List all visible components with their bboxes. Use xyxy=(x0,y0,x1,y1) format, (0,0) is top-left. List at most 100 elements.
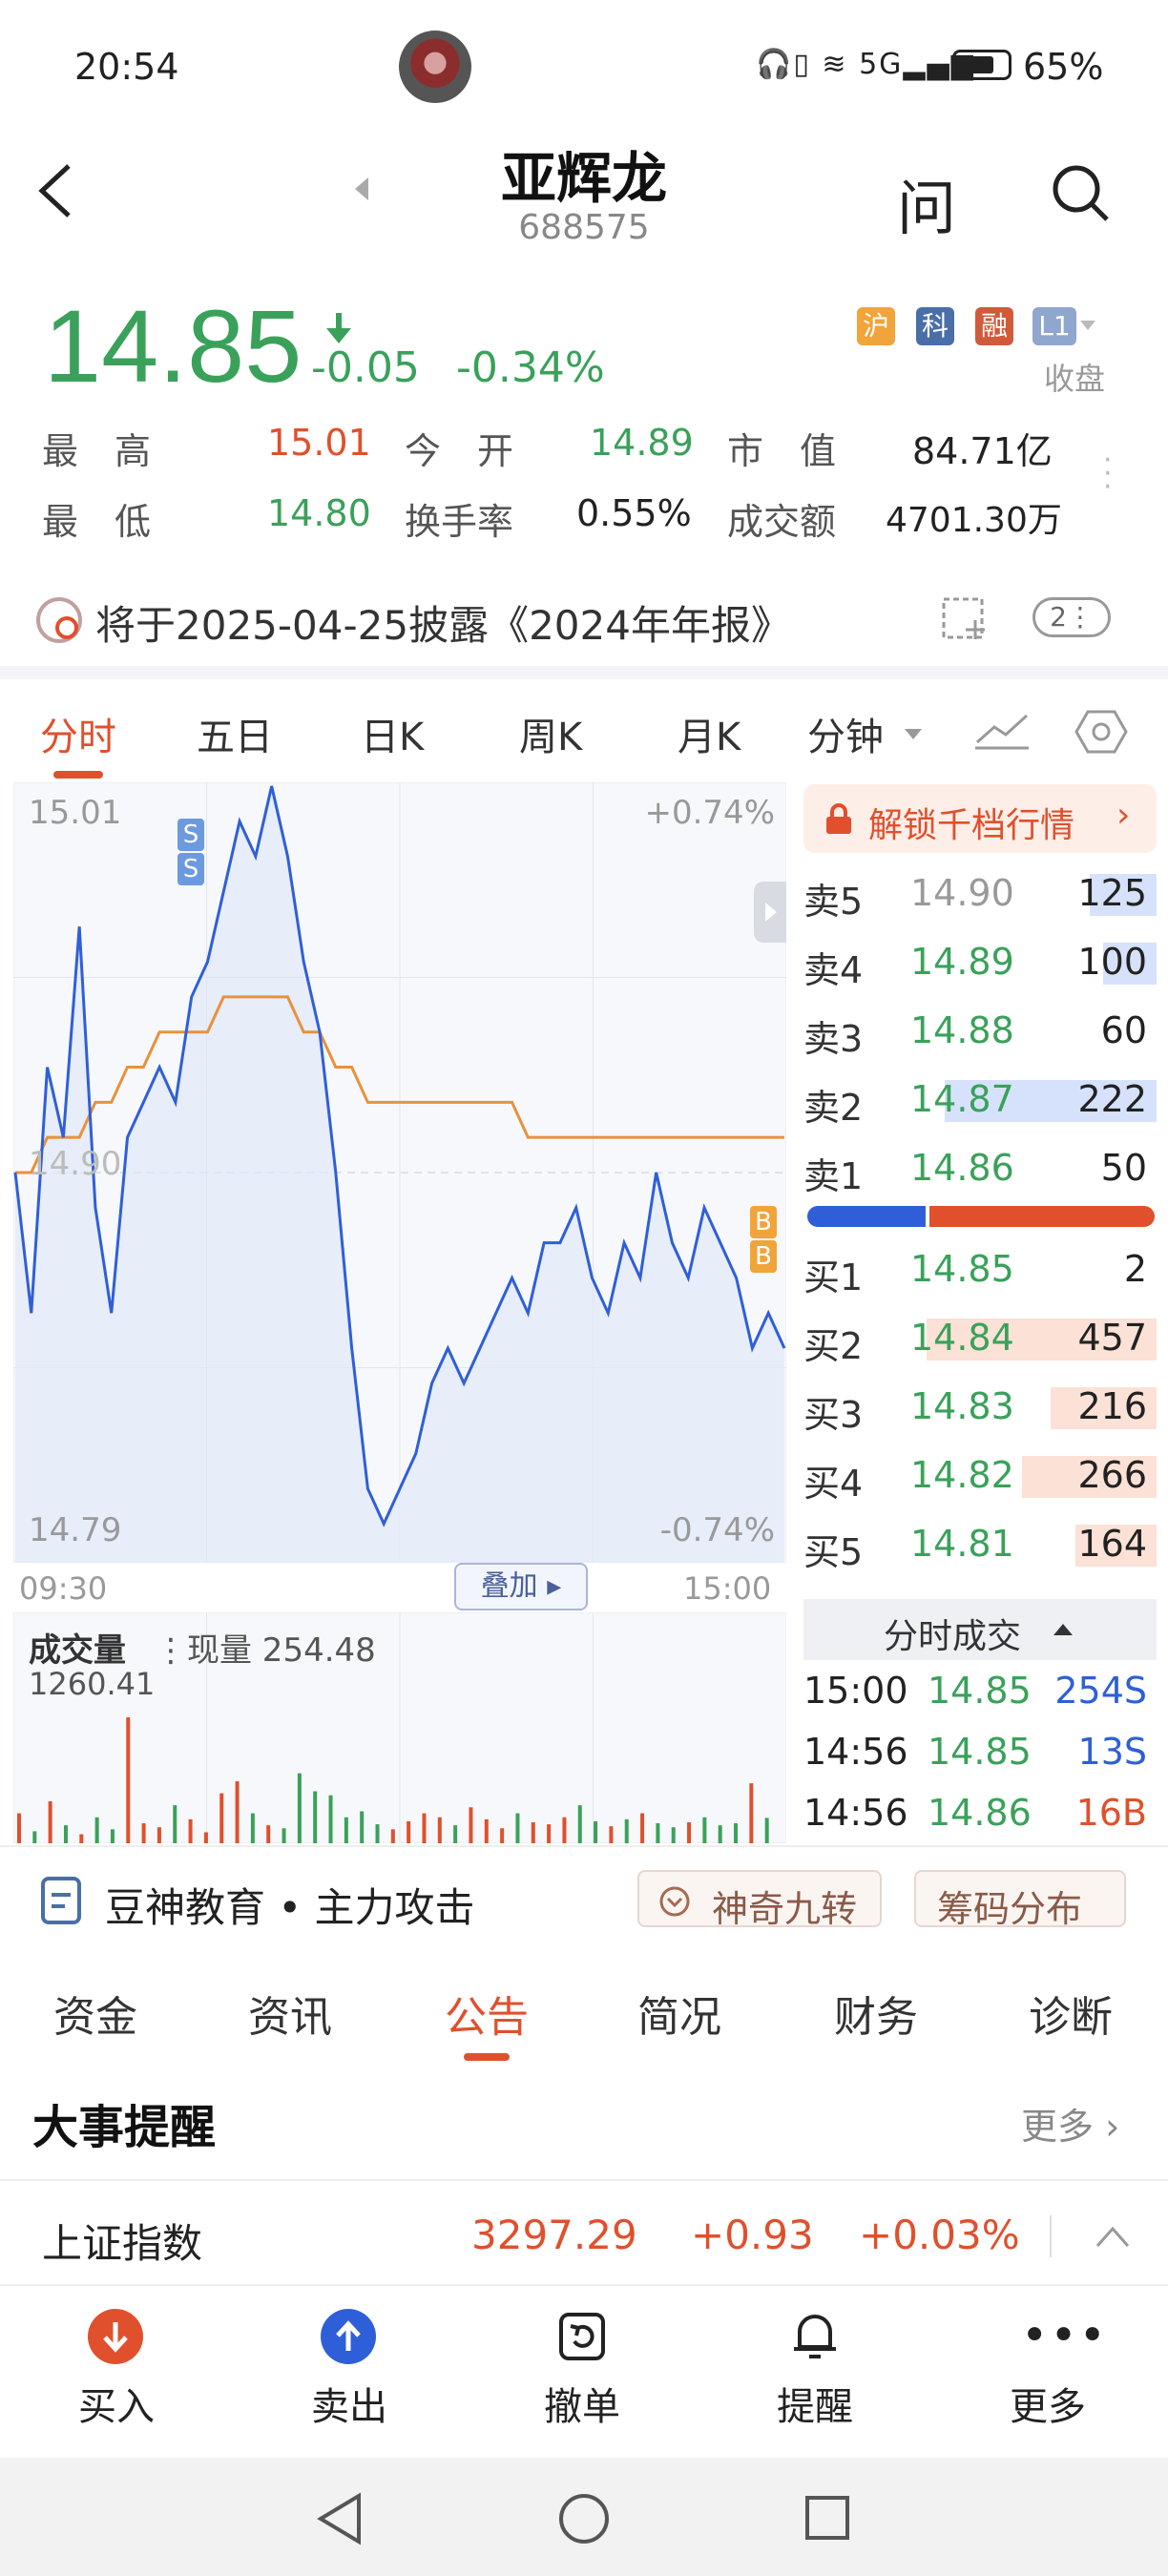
buy-marker[interactable]: B xyxy=(750,1240,777,1273)
index-change: +0.93 xyxy=(691,2212,814,2258)
chip-distribution-button[interactable]: 筹码分布 xyxy=(914,1870,1126,1930)
order-volume: 457 xyxy=(1077,1317,1147,1359)
sell-marker[interactable]: S xyxy=(177,853,204,885)
volume-max-label: 1260.41 xyxy=(29,1666,156,1702)
tick-time: 14:56 xyxy=(803,1731,908,1773)
y-max-label: 15.01 xyxy=(29,794,122,832)
edu-text[interactable]: 豆神教育 • 主力攻击 xyxy=(105,1876,474,1934)
volume-bar xyxy=(702,1817,707,1843)
order-level-label: 买1 xyxy=(803,1257,864,1298)
buy-button[interactable]: 买入 xyxy=(31,2376,202,2431)
tab-week-k[interactable]: 周K xyxy=(519,706,582,761)
buy-icon[interactable] xyxy=(88,2309,143,2364)
sell-icon[interactable] xyxy=(321,2309,376,2364)
events-more-link[interactable]: 更多 › xyxy=(1021,2097,1119,2150)
order-price: 14.81 xyxy=(910,1523,1014,1565)
last-price: 14.85 xyxy=(44,288,302,404)
volume-bar xyxy=(375,1824,380,1843)
buy-marker[interactable]: B xyxy=(750,1206,777,1238)
tab-finance[interactable]: 财务 xyxy=(834,1983,918,2044)
volume-bar xyxy=(328,1795,333,1843)
nav-back-icon[interactable] xyxy=(315,2492,365,2545)
market-state: 收盘 xyxy=(1044,361,1106,397)
cancel-order-button[interactable]: 撤单 xyxy=(496,2376,668,2431)
tab-five-day[interactable]: 五日 xyxy=(197,706,273,761)
order-level-label: 卖5 xyxy=(803,881,864,923)
tag-dropdown-icon[interactable] xyxy=(1080,321,1095,330)
order-volume: 50 xyxy=(1100,1147,1147,1189)
volume-bar xyxy=(515,1813,520,1843)
ask-row[interactable]: 卖3 14.88 60 xyxy=(803,1004,1157,1061)
bid-row[interactable]: 买3 14.83 216 xyxy=(803,1380,1157,1437)
bid-row[interactable]: 买2 14.84 457 xyxy=(803,1311,1157,1368)
overlay-button[interactable]: 叠加 ▸ xyxy=(454,1563,588,1610)
settings-hex-icon[interactable] xyxy=(1074,708,1128,756)
add-calendar-icon[interactable] xyxy=(941,593,991,641)
order-level-label: 卖1 xyxy=(803,1155,864,1197)
cancel-order-icon[interactable] xyxy=(555,2309,609,2364)
tag-level[interactable]: L1 xyxy=(1032,307,1076,345)
order-level-label: 卖4 xyxy=(803,949,864,991)
notice-count-badge[interactable]: 2⋮ xyxy=(1032,597,1111,637)
volume-bar xyxy=(266,1825,271,1843)
ask-row[interactable]: 卖2 14.87 222 xyxy=(803,1072,1157,1130)
more-stats-icon[interactable]: · · · xyxy=(1103,447,1113,502)
volume-bar xyxy=(17,1813,21,1843)
volume-chart-svg xyxy=(12,1611,787,1844)
search-icon[interactable] xyxy=(1050,162,1111,223)
unlock-level2-button[interactable]: 解锁千档行情 › xyxy=(803,784,1157,853)
minute-dropdown-icon[interactable] xyxy=(905,729,922,739)
sell-button[interactable]: 卖出 xyxy=(263,2376,435,2431)
more-dots-icon[interactable]: ••• xyxy=(1021,2309,1108,2362)
intraday-chart[interactable]: 15.01 14.79 14.90 +0.74% -0.74% S S B B xyxy=(12,781,787,1564)
tab-diagnosis[interactable]: 诊断 xyxy=(1029,1983,1113,2044)
nav-home-icon[interactable] xyxy=(557,2492,611,2545)
chevron-up-icon[interactable] xyxy=(1094,2223,1132,2250)
alert-button[interactable]: 提醒 xyxy=(729,2376,901,2431)
volume-bar xyxy=(687,1822,692,1843)
tab-minute[interactable]: 分钟 xyxy=(807,706,884,761)
tab-day-k[interactable]: 日K xyxy=(361,706,424,761)
magic-nine-button[interactable]: 神奇九转 xyxy=(637,1870,882,1930)
amount-value: 4701.30万 xyxy=(886,501,1062,540)
order-price: 14.86 xyxy=(910,1147,1014,1189)
ask-button[interactable]: 问 xyxy=(897,160,956,246)
app-avatar-icon xyxy=(399,31,471,103)
tab-month-k[interactable]: 月K xyxy=(678,706,740,761)
ask-row[interactable]: 卖5 14.90 125 xyxy=(803,866,1157,924)
bid-row[interactable]: 买5 14.81 164 xyxy=(803,1517,1157,1574)
tag-star: 科 xyxy=(916,307,954,345)
volume-bar xyxy=(360,1811,365,1843)
tab-funds[interactable]: 资金 xyxy=(53,1983,137,2044)
order-level-label: 买5 xyxy=(803,1531,864,1573)
tab-profile[interactable]: 简况 xyxy=(637,1983,721,2044)
order-volume: 100 xyxy=(1077,941,1147,983)
volume-bar xyxy=(656,1823,660,1843)
tab-active-indicator xyxy=(53,771,103,779)
notice-count: 2 xyxy=(1050,601,1067,633)
order-volume: 216 xyxy=(1077,1385,1147,1427)
more-button[interactable]: 更多 xyxy=(962,2376,1134,2431)
ticks-header[interactable]: 分时成交 xyxy=(803,1599,1157,1660)
tag-margin: 融 xyxy=(975,307,1013,345)
order-volume: 222 xyxy=(1077,1078,1147,1120)
bid-row[interactable]: 买1 14.85 2 xyxy=(803,1242,1157,1299)
nav-recents-icon[interactable] xyxy=(803,2494,851,2542)
volume-chart[interactable]: 成交量 ⋮现量 254.48 1260.41 xyxy=(12,1611,787,1844)
volume-bar xyxy=(390,1829,395,1843)
indicator-icon[interactable] xyxy=(973,710,1031,752)
expand-panel-handle[interactable] xyxy=(754,882,786,943)
volume-bar xyxy=(437,1817,442,1843)
tab-news[interactable]: 资讯 xyxy=(248,1983,332,2044)
bell-icon[interactable] xyxy=(788,2307,842,2364)
tab-announcements[interactable]: 公告 xyxy=(445,1983,529,2044)
volume-bar xyxy=(156,1827,161,1843)
ask-row[interactable]: 卖4 14.89 100 xyxy=(803,935,1157,992)
divider xyxy=(0,2179,1168,2181)
volume-bar xyxy=(422,1813,427,1843)
tab-intraday[interactable]: 分时 xyxy=(40,706,116,761)
sell-marker[interactable]: S xyxy=(177,819,204,851)
bid-row[interactable]: 买4 14.82 266 xyxy=(803,1448,1157,1506)
ask-row[interactable]: 卖1 14.86 50 xyxy=(803,1141,1157,1198)
volume-bar xyxy=(235,1781,240,1843)
